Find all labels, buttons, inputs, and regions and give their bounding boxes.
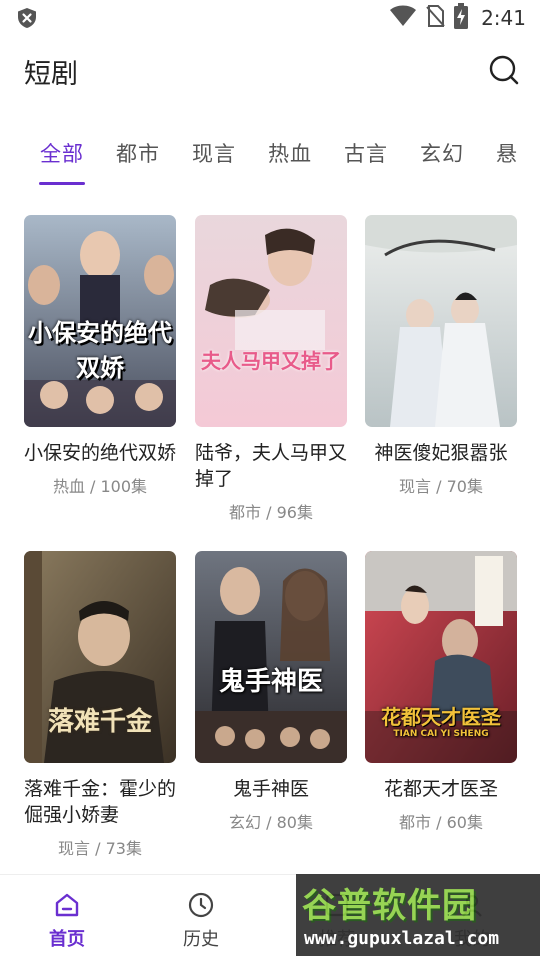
- header: 短剧: [0, 36, 540, 106]
- nav-history-label: 历史: [183, 929, 219, 950]
- drama-poster[interactable]: 鬼手神医: [195, 551, 347, 763]
- clock-icon: [188, 892, 214, 918]
- tab-all[interactable]: 全部: [40, 138, 84, 168]
- watermark-logo: 谷普软件园: [302, 886, 477, 926]
- drama-poster[interactable]: 小保安的绝代双娇: [24, 215, 176, 427]
- page-title: 短剧: [24, 59, 78, 90]
- poster-subtitle: TIAN CAI YI SHENG: [393, 729, 489, 739]
- poster-title: 小保安的绝代双娇: [28, 318, 172, 382]
- search-icon: [489, 55, 519, 85]
- drama-meta: 现言 / 73集: [58, 839, 142, 858]
- drama-meta: 玄幻 / 80集: [229, 813, 313, 832]
- drama-title[interactable]: 神医傻妃狠嚣张: [365, 440, 517, 466]
- drama-poster[interactable]: 夫人马甲又掉了: [195, 215, 347, 427]
- nav-history[interactable]: 历史: [161, 891, 241, 951]
- drama-poster[interactable]: [365, 215, 517, 427]
- home-icon: [55, 893, 79, 917]
- tab-ancient-romance[interactable]: 古言: [344, 138, 388, 168]
- tab-fantasy[interactable]: 玄幻: [420, 138, 464, 168]
- search-button[interactable]: [488, 54, 520, 86]
- poster-title: 夫人马甲又掉了: [201, 349, 341, 373]
- poster-title: 落难千金: [47, 707, 152, 737]
- tab-modern-romance[interactable]: 现言: [192, 138, 236, 168]
- drama-card[interactable]: 小保安的绝代双娇 小保安的绝代双娇 热血 / 100集: [24, 215, 176, 497]
- poster-title: 鬼手神医: [218, 667, 323, 697]
- drama-card[interactable]: 夫人马甲又掉了 陆爷，夫人马甲又掉了 都市 / 96集: [195, 215, 347, 523]
- watermark: 谷普软件园 www.gupuxlazal.com: [296, 874, 540, 956]
- drama-title[interactable]: 小保安的绝代双娇: [24, 440, 176, 466]
- wifi-icon: [389, 4, 417, 32]
- drama-title[interactable]: 落难千金：霍少的倔强小娇妻: [24, 776, 176, 828]
- drama-poster[interactable]: 花都天才医圣 TIAN CAI YI SHENG: [365, 551, 517, 763]
- no-sim-icon: [425, 4, 445, 32]
- drama-card[interactable]: 鬼手神医 鬼手神医 玄幻 / 80集: [195, 551, 347, 833]
- drama-title[interactable]: 花都天才医圣: [365, 776, 517, 802]
- tab-suspense[interactable]: 悬: [496, 138, 518, 168]
- watermark-url: www.gupuxlazal.com: [304, 928, 500, 949]
- drama-card[interactable]: 花都天才医圣 TIAN CAI YI SHENG 花都天才医圣 都市 / 60集: [365, 551, 517, 833]
- drama-title[interactable]: 鬼手神医: [195, 776, 347, 802]
- status-time: 2:41: [481, 6, 526, 30]
- category-tabs: 全部 都市 现言 热血 古言 玄幻 悬: [0, 130, 540, 190]
- drama-card[interactable]: 落难千金 落难千金：霍少的倔强小娇妻 现言 / 73集: [24, 551, 176, 859]
- drama-meta: 都市 / 60集: [399, 813, 483, 832]
- shield-icon: [16, 7, 38, 29]
- nav-home[interactable]: 首页: [27, 891, 107, 951]
- drama-title[interactable]: 陆爷，夫人马甲又掉了: [195, 440, 347, 492]
- status-bar: 2:41: [0, 0, 540, 36]
- tab-action[interactable]: 热血: [268, 138, 312, 168]
- battery-charging-icon: [453, 3, 469, 33]
- drama-meta: 现言 / 70集: [399, 477, 483, 496]
- drama-meta: 都市 / 96集: [229, 503, 313, 522]
- active-tab-indicator: [39, 182, 85, 185]
- nav-home-label: 首页: [49, 929, 85, 950]
- drama-card[interactable]: 神医傻妃狠嚣张 现言 / 70集: [365, 215, 517, 497]
- tab-urban[interactable]: 都市: [116, 138, 160, 168]
- drama-poster[interactable]: 落难千金: [24, 551, 176, 763]
- drama-meta: 热血 / 100集: [52, 477, 148, 496]
- poster-title: 花都天才医圣: [381, 705, 501, 729]
